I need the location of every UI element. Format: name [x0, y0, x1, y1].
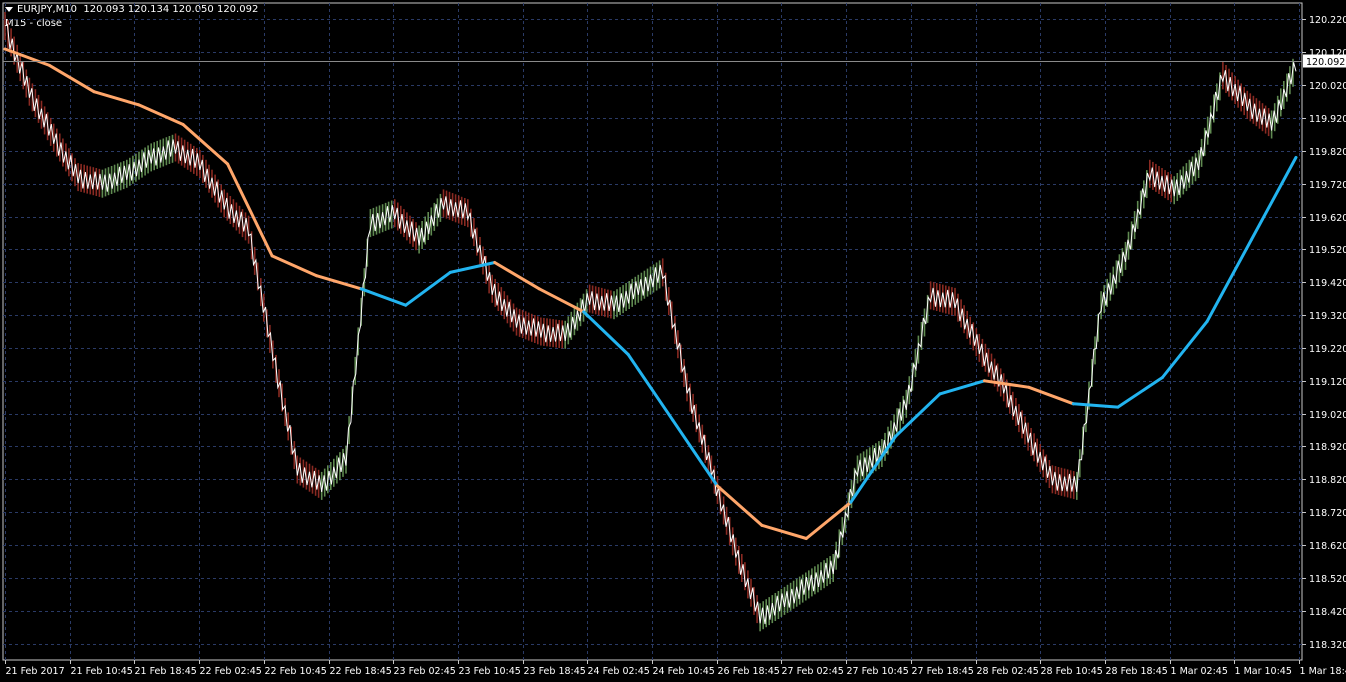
x-tick-label: 27 Feb 10:45 [847, 666, 909, 677]
moving-average-segment [626, 353, 675, 422]
y-tick-label: 118.720 [1309, 508, 1346, 519]
y-tick-label: 118.520 [1309, 574, 1346, 585]
moving-average-segment [359, 287, 408, 307]
y-tick-label: 118.420 [1309, 607, 1346, 618]
moving-average-segment [226, 162, 274, 258]
x-tick-label: 1 Mar 18:45 [1300, 666, 1346, 677]
moving-average-segment [493, 261, 541, 291]
y-tick-label: 119.020 [1309, 410, 1346, 421]
current-price-label: 120.092 [1306, 57, 1345, 68]
x-tick-label: 21 Feb 18:45 [135, 666, 197, 677]
moving-average-segment [1027, 385, 1075, 406]
x-tick-label: 22 Feb 10:45 [265, 666, 327, 677]
y-tick-label: 119.320 [1309, 311, 1346, 322]
moving-average-segment [270, 254, 319, 278]
y-tick-label: 118.920 [1309, 442, 1346, 453]
x-tick-label: 27 Feb 18:45 [912, 666, 974, 677]
x-tick-label: 28 Feb 18:45 [1106, 666, 1168, 677]
moving-average-segment [938, 379, 986, 396]
moving-average-segment [404, 270, 452, 307]
x-tick-label: 1 Mar 10:45 [1235, 666, 1292, 677]
y-tick-label: 119.520 [1309, 245, 1346, 256]
x-tick-label: 1 Mar 02:45 [1171, 666, 1228, 677]
moving-average-segment [1071, 402, 1120, 409]
x-tick-label: 27 Feb 02:45 [782, 666, 844, 677]
moving-average-segment [48, 63, 96, 94]
y-tick-label: 120.220 [1309, 15, 1346, 26]
moving-average-segment [181, 123, 230, 166]
moving-average-segment [1116, 376, 1164, 409]
moving-average-segment [537, 287, 586, 314]
moving-average-segment [3, 47, 51, 67]
x-tick-label: 28 Feb 10:45 [1041, 666, 1103, 677]
price-chart[interactable]: 120.220120.120120.020119.920119.820119.7… [0, 0, 1346, 682]
x-tick-label: 22 Feb 02:45 [200, 666, 262, 677]
x-tick-label: 23 Feb 10:45 [459, 666, 521, 677]
moving-average-segment [448, 261, 497, 274]
y-tick-label: 119.220 [1309, 344, 1346, 355]
y-tick-label: 120.020 [1309, 81, 1346, 92]
moving-average-segment [671, 418, 719, 488]
moving-average-segment [1160, 320, 1209, 379]
moving-average-segment [92, 90, 141, 107]
x-tick-label: 21 Feb 10:45 [71, 666, 133, 677]
x-tick-label: 26 Feb 18:45 [718, 666, 780, 677]
y-tick-label: 118.820 [1309, 475, 1346, 486]
x-tick-label: 28 Feb 02:45 [977, 666, 1039, 677]
y-tick-label: 119.620 [1309, 213, 1346, 224]
x-tick-label: 24 Feb 02:45 [588, 666, 650, 677]
y-tick-label: 119.720 [1309, 180, 1346, 191]
moving-average-segment [1250, 155, 1298, 241]
moving-average-segment [1205, 238, 1253, 324]
y-tick-label: 119.420 [1309, 278, 1346, 289]
x-tick-label: 21 Feb 2017 [6, 666, 65, 677]
x-tick-label: 23 Feb 18:45 [524, 666, 586, 677]
y-tick-label: 119.120 [1309, 377, 1346, 388]
moving-average-segment [137, 103, 185, 126]
x-tick-label: 23 Feb 02:45 [394, 666, 456, 677]
y-tick-label: 118.320 [1309, 640, 1346, 651]
price-line [4, 23, 1297, 625]
y-tick-label: 119.820 [1309, 147, 1346, 158]
x-tick-label: 22 Feb 18:45 [330, 666, 392, 677]
x-tick-label: 24 Feb 10:45 [653, 666, 715, 677]
y-tick-label: 119.920 [1309, 114, 1346, 125]
y-tick-label: 118.620 [1309, 541, 1346, 552]
moving-average-segment [760, 523, 808, 540]
